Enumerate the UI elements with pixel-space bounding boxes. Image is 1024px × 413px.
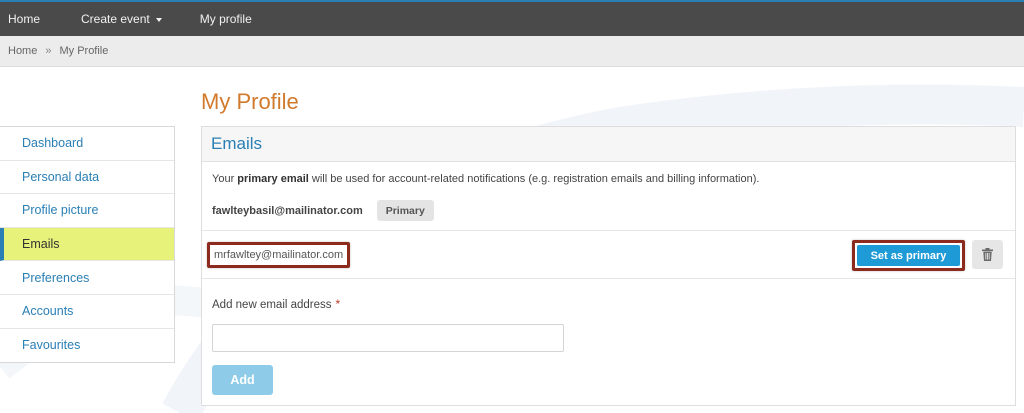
breadcrumb: Home » My Profile xyxy=(0,36,1024,67)
emails-panel-header: Emails xyxy=(202,127,1015,162)
sidebar-item-accounts[interactable]: Accounts xyxy=(0,295,174,329)
set-primary-highlight: Set as primary xyxy=(852,240,965,271)
primary-email-row: fawlteybasil@mailinator.com Primary xyxy=(212,200,434,221)
breadcrumb-home-link[interactable]: Home xyxy=(8,45,37,57)
emails-panel-title: Emails xyxy=(211,134,263,153)
add-email-label: Add new email address * xyxy=(212,297,340,311)
divider xyxy=(202,230,1015,231)
nav-my-profile-link[interactable]: My profile xyxy=(200,2,252,36)
notice-text-end: will be used for account-related notific… xyxy=(308,173,760,185)
add-email-label-text: Add new email address xyxy=(212,299,332,311)
caret-down-icon xyxy=(155,17,162,22)
primary-email-notice: Your primary email will be used for acco… xyxy=(212,173,759,185)
set-as-primary-button[interactable]: Set as primary xyxy=(857,245,960,266)
notice-text-bold: primary email xyxy=(237,173,309,185)
required-marker: * xyxy=(335,297,341,311)
breadcrumb-current: My Profile xyxy=(59,45,109,57)
primary-badge: Primary xyxy=(376,200,434,221)
sidebar-item-profile-picture[interactable]: Profile picture xyxy=(0,194,174,228)
nav-create-event-dropdown[interactable]: Create event xyxy=(81,2,162,36)
new-email-input[interactable] xyxy=(212,324,564,352)
breadcrumb-separator: » xyxy=(45,45,52,57)
emails-panel: Emails Your primary email will be used f… xyxy=(201,126,1016,406)
top-navigation-bar: Home Create event My profile xyxy=(0,0,1024,36)
delete-email-button[interactable] xyxy=(972,240,1003,269)
trash-icon xyxy=(982,248,993,261)
sidebar-item-favourites[interactable]: Favourites xyxy=(0,329,174,363)
profile-sidebar: Dashboard Personal data Profile picture … xyxy=(0,126,175,364)
nav-home-link[interactable]: Home xyxy=(8,2,40,36)
primary-email-address: fawlteybasil@mailinator.com xyxy=(212,204,363,217)
sidebar-item-personal-data[interactable]: Personal data xyxy=(0,161,174,195)
add-email-button[interactable]: Add xyxy=(212,365,273,395)
secondary-email-address: mrfawltey@mailinator.com xyxy=(207,242,351,268)
divider xyxy=(202,278,1015,279)
sidebar-item-emails[interactable]: Emails xyxy=(0,227,174,262)
nav-create-event-label: Create event xyxy=(81,12,150,26)
page-title: My Profile xyxy=(201,89,299,114)
sidebar-item-preferences[interactable]: Preferences xyxy=(0,261,174,295)
sidebar-item-dashboard[interactable]: Dashboard xyxy=(0,127,174,161)
notice-text-start: Your xyxy=(212,173,238,185)
